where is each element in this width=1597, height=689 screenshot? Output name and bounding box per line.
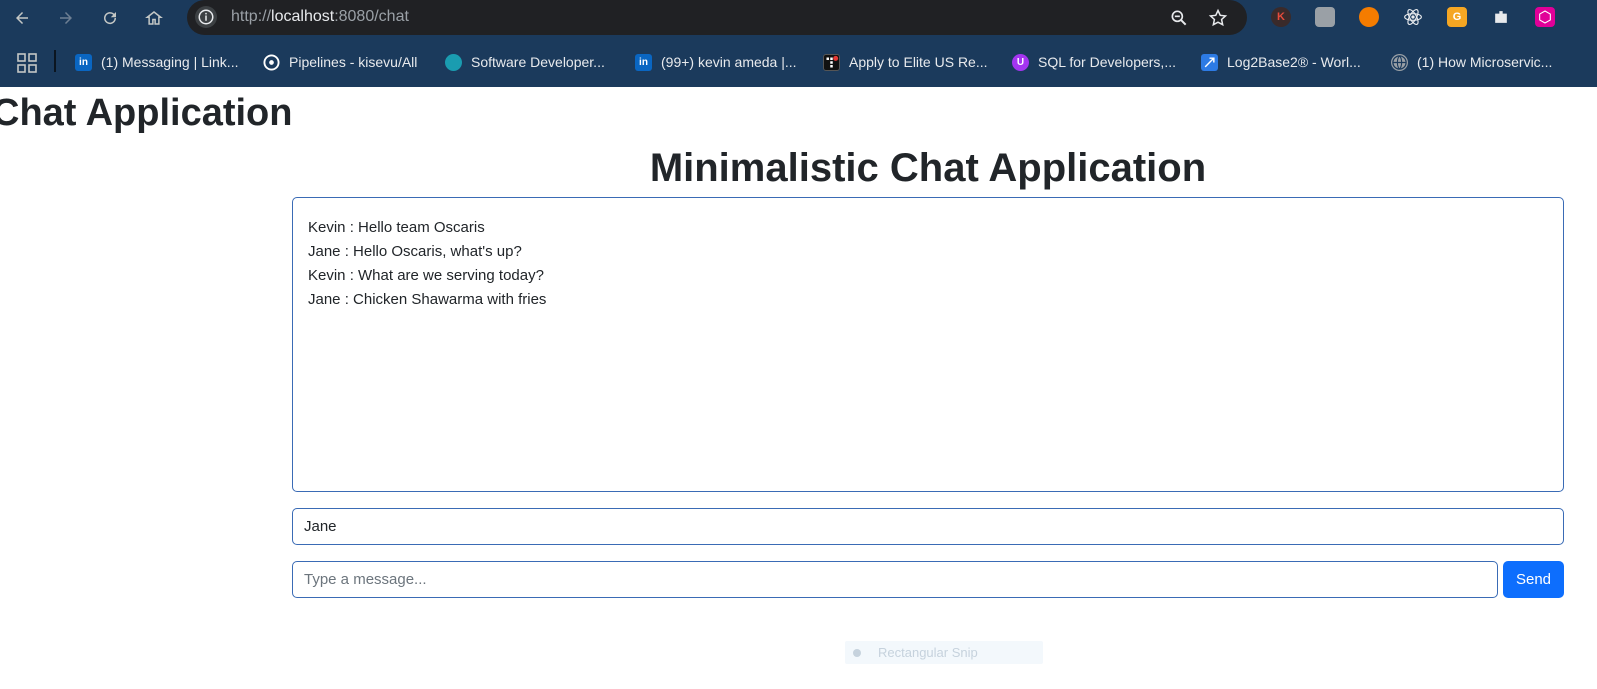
chat-message: Jane : Chicken Shawarma with fries: [308, 291, 547, 308]
bookmark-label: Log2Base2® - Worl...: [1227, 54, 1361, 70]
back-button[interactable]: [9, 5, 35, 31]
url-host: localhost: [271, 8, 335, 25]
linkedin-icon: in: [75, 53, 92, 71]
bookmark-sql-developers[interactable]: U SQL for Developers,...: [1012, 52, 1176, 72]
rectangular-snip-tooltip: Rectangular Snip: [845, 641, 1043, 664]
url-path: :8080/chat: [334, 8, 409, 25]
react-devtools-icon[interactable]: [1403, 7, 1423, 27]
send-button[interactable]: Send: [1503, 561, 1564, 598]
page-title: Minimalistic Chat Application: [649, 146, 1207, 190]
globe-teal-icon: [445, 53, 462, 71]
bookmark-star-icon[interactable]: [1207, 7, 1229, 29]
linkedin-icon: in: [635, 53, 652, 71]
bookmarks-bar: in (1) Messaging | Link... Pipelines - k…: [0, 44, 1597, 80]
app-title: Chat Application: [0, 92, 293, 134]
bookmark-label: Apply to Elite US Re...: [849, 54, 988, 70]
browser-toolbar: http://localhost:8080/chat K G: [0, 0, 1597, 36]
reload-button[interactable]: [97, 5, 123, 31]
orange-extension-icon[interactable]: [1359, 7, 1379, 27]
k-extension-icon[interactable]: K: [1271, 7, 1291, 27]
username-input[interactable]: [292, 508, 1564, 545]
zoom-icon[interactable]: [1168, 7, 1190, 29]
chat-message: Kevin : What are we serving today?: [308, 267, 544, 284]
chat-message: Kevin : Hello team Oscaris: [308, 219, 485, 236]
arrow-left-icon: [16, 12, 28, 24]
udemy-icon: U: [1012, 53, 1029, 71]
address-bar[interactable]: http://localhost:8080/chat: [187, 0, 1247, 35]
bookmark-label: SQL for Developers,...: [1038, 54, 1176, 70]
graphql-extension-icon[interactable]: [1535, 7, 1555, 27]
snip-icon: [853, 648, 861, 657]
bookmark-label: Software Developer...: [471, 54, 605, 70]
extensions-icon[interactable]: [1491, 7, 1511, 27]
bookmark-label: Pipelines - kisevu/All: [289, 54, 418, 70]
url-scheme: http://: [231, 8, 272, 25]
bookmark-linkedin-messaging[interactable]: in (1) Messaging | Link...: [75, 52, 238, 72]
chat-messages-box[interactable]: Kevin : Hello team Oscaris Jane : Hello …: [292, 197, 1564, 492]
chat-message: Jane : Hello Oscaris, what's up?: [308, 243, 522, 260]
tab-extension-icon[interactable]: [1315, 7, 1335, 27]
reload-icon: [104, 12, 117, 25]
bookmark-label: (1) How Microservic...: [1417, 54, 1553, 70]
bookmark-software-developer[interactable]: Software Developer...: [445, 52, 605, 72]
bookmark-microservices[interactable]: (1) How Microservic...: [1391, 52, 1552, 72]
bookmark-pipelines[interactable]: Pipelines - kisevu/All: [263, 52, 417, 72]
arrow-right-icon: [60, 12, 72, 24]
bookmark-label: (1) Messaging | Link...: [101, 54, 239, 70]
home-icon: [145, 11, 163, 25]
site-info-icon[interactable]: [195, 6, 217, 28]
log2base2-icon: [1201, 53, 1218, 71]
home-button[interactable]: [141, 5, 167, 31]
globe-icon: [1391, 53, 1408, 71]
url-text: http://localhost:8080/chat: [231, 8, 409, 26]
message-input[interactable]: [292, 561, 1498, 598]
forward-button[interactable]: [53, 5, 79, 31]
browser-chrome: http://localhost:8080/chat K G in (1) Me: [0, 0, 1597, 87]
bookmark-label: (99+) kevin ameda |...: [661, 54, 797, 70]
bookmark-apply-elite[interactable]: Apply to Elite US Re...: [823, 52, 988, 72]
bookmark-log2base2[interactable]: Log2Base2® - Worl...: [1201, 52, 1361, 72]
circleci-icon: [263, 53, 280, 71]
turing-icon: [823, 53, 840, 71]
snip-label: Rectangular Snip: [878, 645, 978, 660]
g-extension-icon[interactable]: G: [1447, 7, 1467, 27]
bookmark-linkedin-kevin[interactable]: in (99+) kevin ameda |...: [635, 52, 797, 72]
